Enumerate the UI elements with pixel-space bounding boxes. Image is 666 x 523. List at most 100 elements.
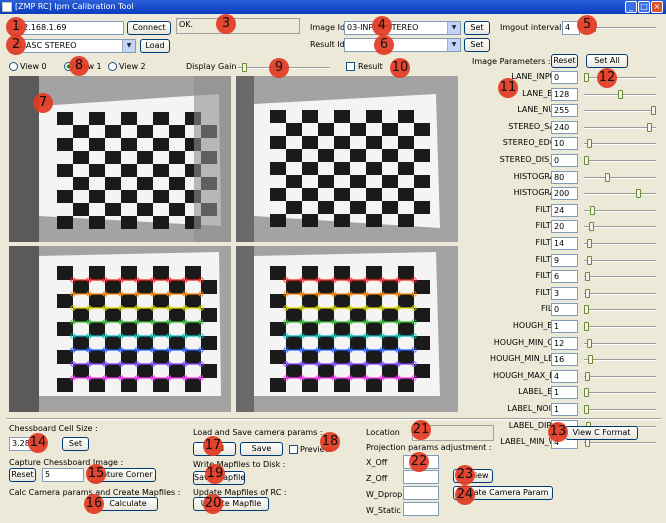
param-value-input[interactable]: 12	[551, 337, 578, 350]
param-slider[interactable]	[587, 256, 592, 265]
param-value-input[interactable]: 0	[551, 303, 578, 316]
checker-square	[201, 336, 217, 350]
param-slider[interactable]	[647, 123, 652, 132]
minimize-button[interactable]: _	[625, 1, 637, 13]
checker-square	[153, 112, 169, 125]
param-value-input[interactable]: 128	[551, 88, 578, 101]
params-set-all-button[interactable]: Set All	[586, 54, 628, 68]
param-slider-track	[584, 143, 656, 145]
view-0-radio[interactable]	[9, 62, 18, 71]
image-id-select[interactable]: 03-INPUT STEREO ▼	[344, 21, 461, 35]
param-value-input[interactable]: 0	[551, 154, 578, 167]
view-2-radio[interactable]	[108, 62, 117, 71]
preset-select[interactable]: 01-ASC STEREO ▼	[10, 39, 136, 53]
title-bar: [ZMP RC] Ipm Calibration Tool _ □ ×	[0, 0, 666, 14]
param-slider[interactable]	[584, 405, 589, 414]
camera-view-top-right[interactable]	[236, 76, 458, 242]
param-slider[interactable]	[584, 305, 589, 314]
connect-button[interactable]: Connect	[127, 21, 171, 35]
param-value-input[interactable]: 1	[551, 386, 578, 399]
param-slider[interactable]	[587, 339, 592, 348]
param-value-input[interactable]: 4	[551, 370, 578, 383]
param-slider[interactable]	[589, 222, 594, 231]
checker-square	[137, 280, 153, 294]
param-value-input[interactable]: 14	[551, 237, 578, 250]
result-id-set-button[interactable]: Set	[464, 38, 490, 52]
param-slider[interactable]	[588, 355, 593, 364]
param-slider[interactable]	[651, 106, 656, 115]
checker-square	[414, 201, 430, 214]
checker-square	[382, 201, 398, 214]
param-slider[interactable]	[585, 372, 590, 381]
camera-view-bottom-left[interactable]	[9, 246, 231, 412]
param-value-input[interactable]: 255	[551, 104, 578, 117]
checker-square	[169, 336, 185, 350]
param-slider[interactable]	[618, 90, 623, 99]
param-value-input[interactable]: 80	[551, 171, 578, 184]
checker-square	[89, 322, 105, 336]
capture-reset-button[interactable]: Reset	[9, 468, 36, 482]
param-value-input[interactable]: 1	[551, 320, 578, 333]
result-id-select[interactable]: ▼	[344, 38, 461, 52]
maximize-button[interactable]: □	[638, 1, 650, 13]
param-value-input[interactable]: 240	[551, 121, 578, 134]
checker-square	[382, 308, 398, 322]
checker-square	[57, 294, 73, 308]
checker-square	[137, 336, 153, 350]
checker-square	[73, 280, 89, 294]
param-value-input[interactable]: 16	[551, 353, 578, 366]
load-preset-button[interactable]: Load	[140, 39, 170, 53]
camera-params-save-button[interactable]: Save	[240, 442, 283, 456]
close-button[interactable]: ×	[651, 1, 663, 13]
param-value-input[interactable]: 10	[551, 137, 578, 150]
param-value-input[interactable]: 9	[551, 254, 578, 267]
checker-square	[366, 322, 382, 336]
view-0-label: View 0	[20, 62, 47, 71]
param-value-input[interactable]: 24	[551, 204, 578, 217]
param-slider[interactable]	[587, 139, 592, 148]
checker-square	[105, 308, 121, 322]
param-slider-track	[584, 359, 656, 361]
annotation-badge-20: 20	[203, 494, 223, 514]
params-reset-button[interactable]: Reset	[551, 54, 578, 68]
param-value-input[interactable]: 1	[551, 403, 578, 416]
param-value-input[interactable]: 6	[551, 270, 578, 283]
param-slider[interactable]	[584, 156, 589, 165]
result-checkbox[interactable]	[346, 62, 355, 71]
ip-address-input[interactable]: 192.168.1.69	[10, 21, 124, 35]
checker-square	[185, 266, 201, 280]
camera-params-preview-checkbox[interactable]	[289, 445, 298, 454]
param-slider[interactable]	[585, 272, 590, 281]
param-value-input[interactable]: 20	[551, 220, 578, 233]
checker-square	[366, 162, 382, 175]
image-id-set-button[interactable]: Set	[464, 21, 490, 35]
param-slider[interactable]	[636, 189, 641, 198]
z-off-input[interactable]	[403, 470, 439, 484]
checker-square	[318, 336, 334, 350]
param-slider[interactable]	[590, 206, 595, 215]
checker-square	[73, 151, 89, 164]
annotation-badge-5: 5	[577, 15, 597, 35]
param-value-input[interactable]: 3	[551, 287, 578, 300]
calculate-button[interactable]: Calculate	[98, 497, 158, 511]
param-slider[interactable]	[584, 322, 589, 331]
chessboard-set-button[interactable]: Set	[62, 437, 89, 451]
param-slider[interactable]	[584, 73, 589, 82]
param-slider[interactable]	[584, 388, 589, 397]
w-static-input[interactable]	[403, 502, 439, 516]
camera-view-bottom-right[interactable]	[236, 246, 458, 412]
checker-square	[121, 164, 137, 177]
param-slider[interactable]	[587, 239, 592, 248]
param-value-input[interactable]: 200	[551, 187, 578, 200]
param-value-input[interactable]: 0	[551, 71, 578, 84]
display-gain-slider[interactable]	[242, 63, 247, 72]
view-c-format-button[interactable]: View C Format	[565, 426, 638, 440]
param-slider-track	[584, 226, 656, 228]
checker-square	[414, 149, 430, 162]
checker-square	[286, 201, 302, 214]
checker-square	[89, 266, 105, 280]
w-dprop-input[interactable]	[403, 486, 439, 500]
param-slider[interactable]	[605, 173, 610, 182]
param-slider[interactable]	[585, 289, 590, 298]
checker-square	[89, 216, 105, 229]
